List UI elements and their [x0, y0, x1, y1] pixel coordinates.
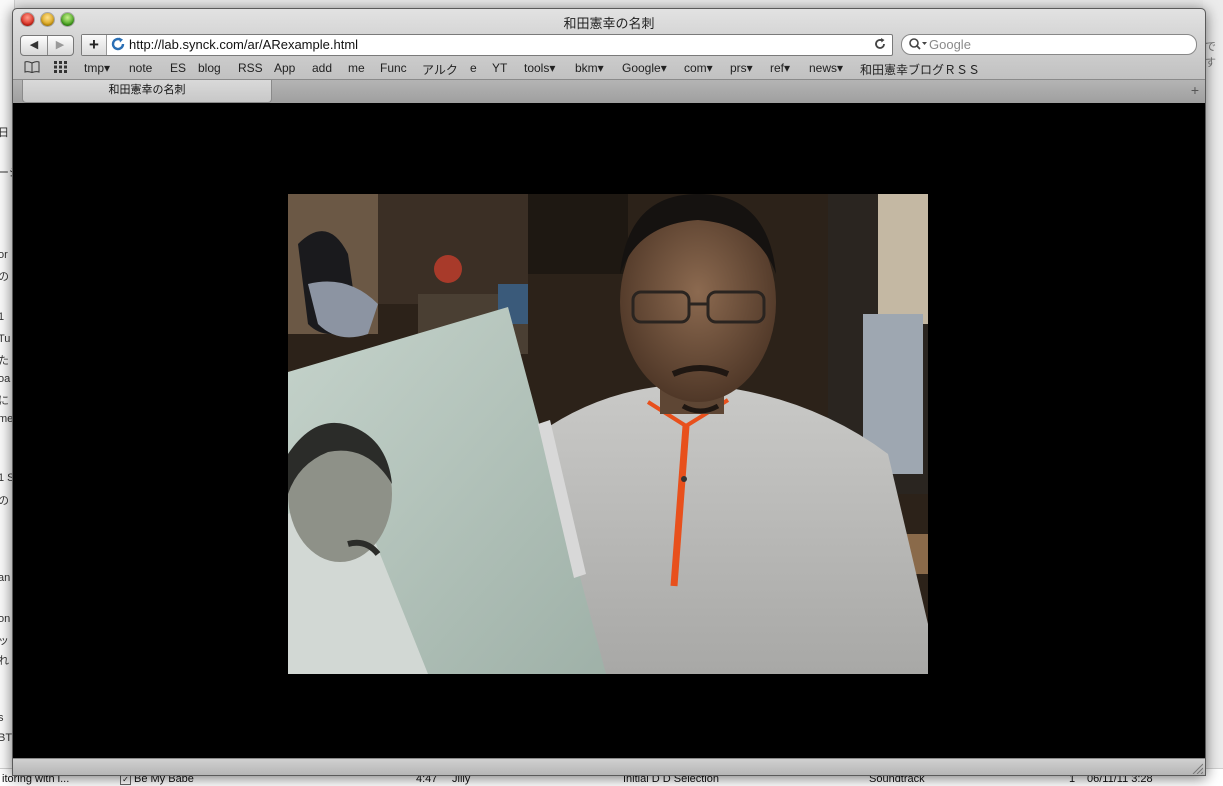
- forward-button[interactable]: ▶: [47, 36, 73, 55]
- bg-text-fragment: oa: [0, 373, 11, 385]
- bg-text-fragment: on: [0, 613, 11, 625]
- back-button[interactable]: ◀: [21, 36, 48, 55]
- bookmark-item[interactable]: tools▾: [524, 61, 555, 75]
- bookmark-item[interactable]: Func: [380, 61, 407, 75]
- bg-text-fragment: の: [0, 495, 9, 507]
- bg-text-fragment: れ: [0, 655, 9, 667]
- bookmark-item[interactable]: App: [274, 61, 295, 75]
- search-icon: [909, 38, 927, 50]
- reload-icon[interactable]: [873, 37, 887, 51]
- tab-active[interactable]: 和田憲幸の名刺: [22, 80, 272, 103]
- bg-text-fragment: です: [1205, 41, 1216, 69]
- tab-bar: 和田憲幸の名刺 +: [13, 79, 1205, 104]
- bookmark-item[interactable]: tmp▾: [84, 61, 110, 75]
- bookmarks-book-icon[interactable]: [24, 61, 40, 73]
- url-text[interactable]: http://lab.synck.com/ar/ARexample.html: [129, 37, 358, 52]
- bg-text-fragment: に: [0, 395, 9, 407]
- bg-text-fragment: or: [0, 249, 8, 261]
- bookmark-item[interactable]: prs▾: [730, 61, 753, 75]
- top-sites-grid-icon[interactable]: [54, 61, 68, 73]
- nav-buttons: ◀ ▶: [20, 35, 74, 56]
- bookmark-item[interactable]: blog: [198, 61, 221, 75]
- bookmark-item[interactable]: me: [348, 61, 365, 75]
- page-loading-icon: [111, 37, 125, 51]
- bookmark-item[interactable]: ref▾: [770, 61, 790, 75]
- bookmarks-bar: tmp▾ note ES blog RSS App add me Func アル…: [13, 59, 1205, 77]
- bg-text-fragment: 1: [0, 311, 5, 323]
- resize-grip-icon[interactable]: [1191, 762, 1203, 774]
- search-field[interactable]: Google: [901, 34, 1197, 55]
- bg-text-fragment: Tu: [0, 333, 11, 345]
- new-tab-button[interactable]: +: [1191, 82, 1199, 98]
- bg-text-fragment: BT: [0, 732, 13, 744]
- webcam-ar-image: [288, 194, 928, 674]
- bg-text-fragment: 日: [0, 127, 9, 139]
- address-bar[interactable]: + http://lab.synck.com/ar/ARexample.html: [81, 34, 893, 56]
- bg-text-fragment: の: [0, 271, 9, 283]
- bookmark-item[interactable]: RSS: [238, 61, 263, 75]
- bookmark-item[interactable]: note: [129, 61, 152, 75]
- add-bookmark-button[interactable]: +: [82, 35, 107, 55]
- bookmark-item[interactable]: e: [470, 61, 477, 75]
- bookmark-item[interactable]: ES: [170, 61, 186, 75]
- title-bar: 和田憲幸の名刺 ◀ ▶ + http://lab.synck.com/ar/AR…: [13, 9, 1205, 90]
- bookmark-item[interactable]: YT: [492, 61, 507, 75]
- window-title: 和田憲幸の名刺: [563, 16, 655, 31]
- bookmark-item[interactable]: add: [312, 61, 332, 75]
- bookmark-item[interactable]: 和田憲幸ブログＲＳＳ: [860, 61, 980, 78]
- bg-text-fragment: た: [0, 355, 9, 367]
- browser-window: 和田憲幸の名刺 ◀ ▶ + http://lab.synck.com/ar/AR…: [12, 8, 1206, 776]
- bg-text-fragment: s: [0, 712, 4, 724]
- bookmark-item[interactable]: com▾: [684, 61, 713, 75]
- bookmark-item[interactable]: news▾: [809, 61, 843, 75]
- bg-text-fragment: ッ: [0, 635, 9, 647]
- bookmark-item[interactable]: アルク: [422, 61, 458, 78]
- search-placeholder: Google: [929, 37, 971, 52]
- bg-text-fragment: an: [0, 572, 11, 584]
- bookmark-item[interactable]: Google▾: [622, 61, 667, 75]
- status-bar: [13, 758, 1205, 775]
- background-window-right: です: [1203, 0, 1223, 785]
- bookmark-item[interactable]: bkm▾: [575, 61, 604, 75]
- page-content: [13, 103, 1205, 758]
